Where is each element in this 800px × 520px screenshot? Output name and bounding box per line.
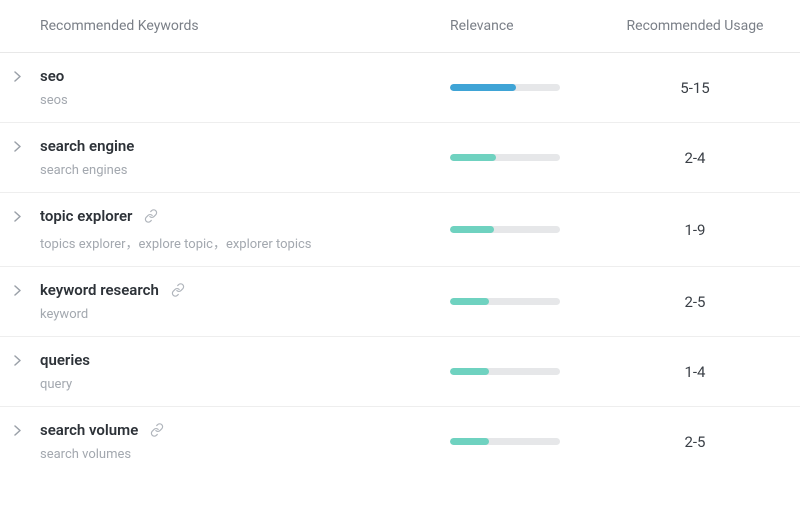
relevance-fill [450, 154, 496, 161]
link-icon [150, 423, 164, 437]
chevron-right-icon [14, 71, 21, 82]
keyword-variants: topics explorer，explore topic，explorer t… [40, 233, 312, 252]
chevron-right-icon [14, 285, 21, 296]
keyword-line: topic explorer [40, 207, 312, 225]
relevance-cell [450, 298, 620, 305]
relevance-cell [450, 438, 620, 445]
chevron-right-icon [14, 425, 21, 436]
link-icon [144, 209, 158, 223]
keyword-text: seo seos [40, 67, 68, 108]
relevance-bar [450, 84, 560, 91]
expand-toggle[interactable] [14, 425, 32, 436]
table-header: Recommended Keywords Relevance Recommend… [0, 0, 800, 53]
table-row: queries query 1-4 [0, 337, 800, 407]
relevance-bar [450, 298, 560, 305]
expand-toggle[interactable] [14, 285, 32, 296]
keyword-main: seo [40, 67, 64, 85]
keyword-main: queries [40, 351, 90, 369]
keyword-variants: query [40, 377, 90, 392]
keyword-main: topic explorer [40, 207, 132, 225]
relevance-fill [450, 84, 516, 91]
keyword-cell: keyword research keyword [0, 281, 450, 322]
keyword-cell: search volume search volumes [0, 421, 450, 462]
relevance-cell [450, 368, 620, 375]
table-row: keyword research keyword 2-5 [0, 267, 800, 337]
keyword-main: search volume [40, 421, 138, 439]
header-relevance: Relevance [450, 18, 620, 34]
keyword-line: seo [40, 67, 68, 85]
usage-value: 2-4 [620, 149, 800, 167]
header-usage: Recommended Usage [620, 18, 800, 34]
keyword-text: queries query [40, 351, 90, 392]
relevance-fill [450, 298, 489, 305]
chevron-right-icon [14, 141, 21, 152]
keyword-line: keyword research [40, 281, 185, 299]
expand-toggle[interactable] [14, 141, 32, 152]
keyword-variants: keyword [40, 307, 185, 322]
keyword-line: queries [40, 351, 90, 369]
relevance-bar [450, 368, 560, 375]
keyword-main: search engine [40, 137, 134, 155]
relevance-cell [450, 226, 620, 233]
table-row: search volume search volumes 2-5 [0, 407, 800, 476]
keyword-line: search engine [40, 137, 134, 155]
table-body: seo seos 5-15 [0, 53, 800, 476]
keyword-cell: search engine search engines [0, 137, 450, 178]
chevron-right-icon [14, 355, 21, 366]
keyword-cell: queries query [0, 351, 450, 392]
relevance-fill [450, 438, 489, 445]
relevance-bar [450, 154, 560, 161]
keyword-cell: seo seos [0, 67, 450, 108]
usage-value: 1-9 [620, 221, 800, 239]
table-row: search engine search engines 2-4 [0, 123, 800, 193]
chevron-right-icon [14, 211, 21, 222]
keyword-main: keyword research [40, 281, 159, 299]
keyword-table: Recommended Keywords Relevance Recommend… [0, 0, 800, 476]
keyword-text: search engine search engines [40, 137, 134, 178]
keyword-text: topic explorer topics explorer，explore t… [40, 207, 312, 252]
keyword-variants: search engines [40, 163, 134, 178]
table-row: seo seos 5-15 [0, 53, 800, 123]
keyword-text: keyword research keyword [40, 281, 185, 322]
keyword-cell: topic explorer topics explorer，explore t… [0, 207, 450, 252]
link-icon [171, 283, 185, 297]
usage-value: 2-5 [620, 293, 800, 311]
expand-toggle[interactable] [14, 71, 32, 82]
table-row: topic explorer topics explorer，explore t… [0, 193, 800, 267]
expand-toggle[interactable] [14, 211, 32, 222]
keyword-variants: search volumes [40, 447, 164, 462]
relevance-cell [450, 84, 620, 91]
keyword-line: search volume [40, 421, 164, 439]
usage-value: 2-5 [620, 433, 800, 451]
usage-value: 1-4 [620, 363, 800, 381]
relevance-bar [450, 226, 560, 233]
keyword-variants: seos [40, 93, 68, 108]
relevance-cell [450, 154, 620, 161]
relevance-fill [450, 226, 494, 233]
header-keywords: Recommended Keywords [0, 18, 450, 34]
keyword-text: search volume search volumes [40, 421, 164, 462]
expand-toggle[interactable] [14, 355, 32, 366]
usage-value: 5-15 [620, 79, 800, 97]
relevance-bar [450, 438, 560, 445]
relevance-fill [450, 368, 489, 375]
